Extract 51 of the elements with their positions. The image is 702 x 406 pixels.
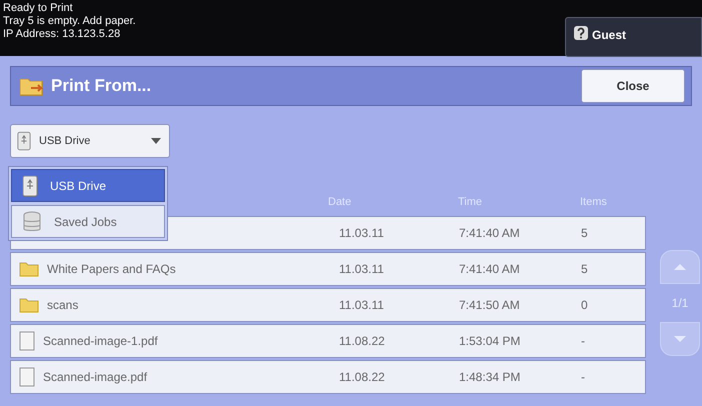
- column-header: Date: [328, 195, 352, 210]
- items-cell-text: 0: [581, 297, 589, 314]
- items-cell-text: -: [581, 369, 586, 386]
- items-cell-text: -: [581, 333, 586, 350]
- title-text: Print From...: [51, 75, 152, 98]
- folder-icon: [19, 261, 39, 277]
- dropdown-value: USB Drive: [39, 134, 90, 149]
- question-user-icon: [574, 26, 588, 40]
- scroll-up-button[interactable]: [660, 250, 700, 284]
- document-icon: [19, 331, 35, 351]
- time-cell-text: 7:41:50 AM: [459, 297, 521, 314]
- file-row[interactable]: Scanned-image.pdf 11.08.22 1:48:34 PM -: [10, 360, 646, 394]
- file-name: White Papers and FAQs: [47, 261, 176, 278]
- status-text: Tray 5 is empty. Add paper.: [3, 15, 136, 28]
- file-name: Scanned-image-1.pdf: [43, 333, 158, 350]
- items-cell-text: 5: [581, 261, 589, 278]
- column-header: Items: [580, 195, 608, 210]
- menu-option[interactable]: USB Drive: [11, 169, 165, 202]
- up-arrow-icon: [674, 264, 686, 270]
- down-arrow-icon: [674, 336, 686, 342]
- status-text: Ready to Print: [3, 2, 74, 15]
- file-name: Scanned-image.pdf: [43, 369, 148, 386]
- date-cell-text: 11.08.22: [338, 369, 386, 386]
- document-icon: [19, 367, 35, 387]
- status-text: IP Address: 13.123.5.28: [3, 28, 122, 41]
- date-cell-text: 11.03.11: [338, 225, 385, 242]
- user-button[interactable]: Guest: [565, 17, 702, 57]
- column-header: Time: [458, 195, 484, 210]
- time-cell-text: 1:53:04 PM: [459, 333, 522, 350]
- folder-icon: [19, 297, 39, 313]
- usb-drive-icon: [22, 174, 38, 196]
- file-row[interactable]: Scanned-image-1.pdf 11.08.22 1:53:04 PM -: [10, 324, 646, 358]
- date-cell-text: 11.03.11: [338, 261, 385, 278]
- items-cell-text: 5: [581, 225, 589, 242]
- database-icon: [22, 210, 42, 232]
- file-name: scans: [47, 297, 78, 314]
- time-cell-text: 7:41:40 AM: [459, 261, 521, 278]
- file-row[interactable]: White Papers and FAQs 11.03.11 7:41:40 AM 5: [10, 252, 646, 286]
- date-cell-text: 11.03.11: [338, 297, 385, 314]
- time-cell-text: 1:48:34 PM: [459, 369, 522, 386]
- time-cell-text: 7:41:40 AM: [459, 225, 521, 242]
- folder-icon: [19, 76, 45, 96]
- scroll-down-button[interactable]: [660, 322, 700, 356]
- usb-drive-icon: [17, 131, 31, 151]
- close-button[interactable]: Close: [581, 69, 685, 103]
- menu-option[interactable]: Saved Jobs: [11, 205, 165, 238]
- date-cell-text: 11.08.22: [338, 333, 386, 350]
- source-dropdown[interactable]: USB Drive: [10, 124, 170, 158]
- caret-icon: [151, 138, 161, 144]
- file-row[interactable]: scans 11.03.11 7:41:50 AM 0: [10, 288, 646, 322]
- page-indicator: 1/1: [672, 295, 688, 312]
